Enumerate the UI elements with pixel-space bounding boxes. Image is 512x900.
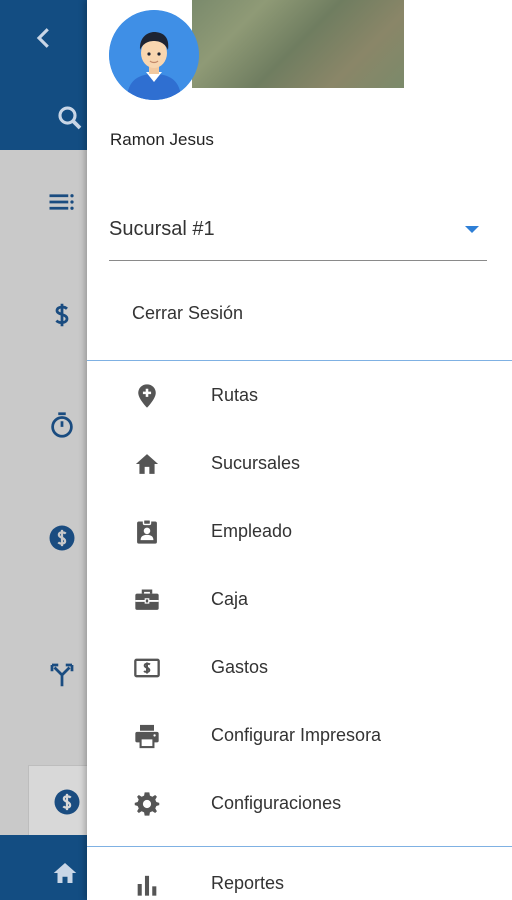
dollar-circle-icon[interactable] (47, 782, 87, 822)
menu-item-label: Gastos (211, 657, 269, 677)
background-rail (0, 0, 91, 900)
menu-item-label: Sucursales (211, 453, 301, 473)
branch-selected-value: Sucursal #1 (109, 218, 215, 240)
gear-icon (133, 790, 161, 818)
menu-item-caja[interactable]: Caja (87, 570, 512, 630)
bar-chart-icon (133, 870, 161, 898)
home-icon[interactable] (45, 853, 85, 893)
back-chevron-icon[interactable] (24, 18, 64, 58)
menu-item-label: Reportes (211, 873, 285, 893)
divider (87, 360, 512, 361)
dollar-icon[interactable] (42, 295, 82, 335)
menu-item-label: Empleado (211, 521, 293, 541)
menu-item-sucursales[interactable]: Sucursales (87, 434, 512, 494)
menu-item-label: Configurar Impresora (211, 725, 382, 745)
menu-item-empleado[interactable]: Empleado (87, 502, 512, 562)
printer-icon (133, 722, 161, 750)
add-location-icon (133, 382, 161, 410)
dropdown-arrow-icon (465, 226, 479, 233)
user-name: Ramon Jesus (110, 130, 214, 149)
menu-item-label: Caja (211, 589, 249, 609)
divider (87, 846, 512, 847)
logout-button[interactable]: Cerrar Sesión (132, 303, 243, 324)
timer-icon[interactable] (42, 405, 82, 445)
user-avatar[interactable] (109, 10, 199, 100)
briefcase-icon (133, 586, 161, 614)
navigation-drawer: Ramon Jesus Sucursal #1 Cerrar Sesión Ru… (87, 0, 512, 900)
employee-badge-icon (133, 518, 161, 546)
menu-item-label: Rutas (211, 385, 259, 405)
menu-item-label: Configuraciones (211, 793, 342, 813)
home-icon (133, 450, 161, 478)
menu-item-gastos[interactable]: Gastos (87, 638, 512, 698)
dollar-circle-icon[interactable] (42, 518, 82, 558)
header-banner-image (192, 0, 404, 88)
branch-dropdown[interactable]: Sucursal #1 (109, 210, 487, 261)
search-icon[interactable] (50, 98, 90, 138)
call-split-icon[interactable] (42, 655, 82, 695)
menu-item-rutas[interactable]: Rutas (87, 366, 512, 426)
menu-item-reportes[interactable]: Reportes (87, 854, 512, 900)
menu-item-configurar-impresora[interactable]: Configurar Impresora (87, 706, 512, 766)
app-screen: Ramon Jesus Sucursal #1 Cerrar Sesión Ru… (0, 0, 512, 900)
money-bill-icon (133, 654, 161, 682)
list-icon[interactable] (42, 182, 82, 222)
menu-item-configuraciones[interactable]: Configuraciones (87, 774, 512, 834)
